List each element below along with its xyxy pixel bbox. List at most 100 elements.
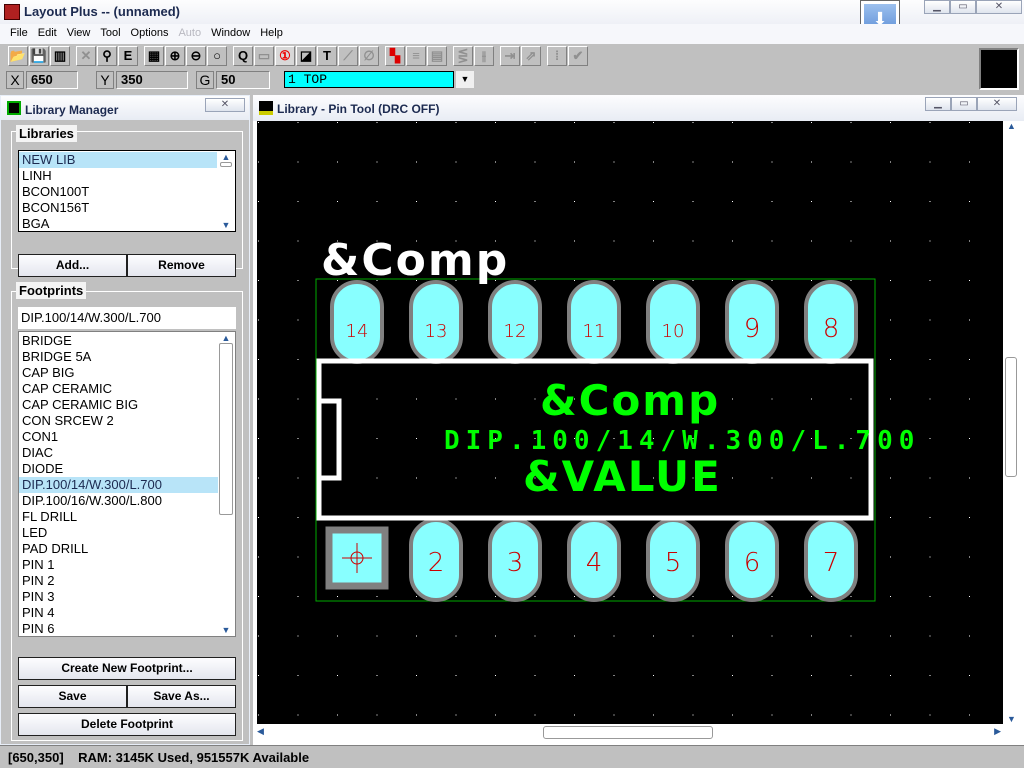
footprint-item[interactable]: PIN 4 <box>19 605 219 621</box>
online-drc-button[interactable]: ⁞ <box>547 46 567 66</box>
footprint-item[interactable]: PIN 1 <box>19 557 219 573</box>
scroll-down-icon[interactable]: ▼ <box>218 625 234 635</box>
y-field[interactable]: 350 <box>116 71 188 89</box>
footprint-item[interactable]: PIN 6 <box>19 621 219 637</box>
autoroute-button[interactable]: ⇥ <box>500 46 520 66</box>
remove-library-button[interactable]: Remove <box>127 254 236 277</box>
footprint-item[interactable]: DIAC <box>19 445 219 461</box>
library-item[interactable]: LINH <box>19 168 217 184</box>
footprint-item[interactable]: CON SRCEW 2 <box>19 413 219 429</box>
shove-button[interactable]: ⫲ <box>474 46 494 66</box>
scroll-up-icon[interactable]: ▲ <box>1003 121 1020 131</box>
footprint-item[interactable]: BRIDGE 5A <box>19 349 219 365</box>
library-item[interactable]: BCON156T <box>19 200 217 216</box>
error-button[interactable]: ∅ <box>359 46 379 66</box>
scroll-thumb[interactable] <box>543 726 713 739</box>
scroll-down-icon[interactable]: ▼ <box>1003 714 1020 724</box>
open-button[interactable]: 📂 <box>8 46 28 66</box>
grid-field[interactable]: 50 <box>216 71 270 89</box>
horizontal-scrollbar[interactable]: ◀ ▶ <box>257 724 1003 741</box>
library-item[interactable]: BCON100T <box>19 184 217 200</box>
library-button[interactable]: ▥ <box>50 46 70 66</box>
connection-button[interactable]: ⟋ <box>338 46 358 66</box>
x-field[interactable]: 650 <box>26 71 78 89</box>
delete-footprint-button[interactable]: Delete Footprint <box>18 713 236 736</box>
ref-designator-inner[interactable]: &Comp <box>540 376 720 425</box>
menu-edit[interactable]: Edit <box>33 24 62 44</box>
footprint-item[interactable]: DIP.100/16/W.300/L.800 <box>19 493 219 509</box>
zoom-all-button[interactable]: ○ <box>207 46 227 66</box>
footprint-filter-input[interactable]: DIP.100/14/W.300/L.700 <box>18 307 236 329</box>
menu-auto[interactable]: Auto <box>173 24 206 44</box>
obstacle-button[interactable]: ◪ <box>296 46 316 66</box>
scroll-left-icon[interactable]: ◀ <box>257 726 264 737</box>
find-button[interactable]: ⚲ <box>97 46 117 66</box>
footprint-item[interactable]: BRIDGE <box>19 333 219 349</box>
library-item[interactable]: BGA <box>19 216 217 232</box>
minimize-button[interactable]: ▁ <box>924 0 950 14</box>
menu-view[interactable]: View <box>62 24 96 44</box>
menu-window[interactable]: Window <box>206 24 255 44</box>
grid-button[interactable]: ▦ <box>144 46 164 66</box>
zoom-in-button[interactable]: ⊕ <box>165 46 185 66</box>
value-text[interactable]: &VALUE <box>523 452 722 501</box>
zoom-out-button[interactable]: ⊖ <box>186 46 206 66</box>
drc-button[interactable]: ≡ <box>406 46 426 66</box>
save-button[interactable]: 💾 <box>29 46 49 66</box>
scroll-up-icon[interactable]: ▲ <box>218 333 234 343</box>
libraries-list[interactable]: NEW LIB LINH BCON100T BCON156T BGA ▲ ▼ <box>18 150 236 232</box>
footprint-item[interactable]: PIN 2 <box>19 573 219 589</box>
pin-tool-button[interactable]: ① <box>275 46 295 66</box>
design-canvas[interactable]: 1413121110981234567&Comp&CompDIP.100/14/… <box>257 121 1003 724</box>
layer-select[interactable]: 1 TOP <box>284 71 454 88</box>
scroll-right-icon[interactable]: ▶ <box>994 726 1001 737</box>
query-button[interactable]: Q <box>233 46 253 66</box>
create-footprint-button[interactable]: Create New Footprint... <box>18 657 236 680</box>
footprint-item[interactable]: CON1 <box>19 429 219 445</box>
footprint-item[interactable]: CAP CERAMIC BIG <box>19 397 219 413</box>
footprint-item[interactable]: DIP.100/14/W.300/L.700 <box>19 477 219 493</box>
e-button[interactable]: E <box>118 46 138 66</box>
chevron-down-icon[interactable]: ▼ <box>456 71 474 88</box>
footprint-item[interactable]: DIODE <box>19 461 219 477</box>
save-as-button[interactable]: Save As... <box>127 685 236 708</box>
doc-minimize-button[interactable]: ▁ <box>925 97 951 111</box>
color-swatch[interactable] <box>979 48 1019 90</box>
footprints-list[interactable]: BRIDGE BRIDGE 5A CAP BIG CAP CERAMIC CAP CER… <box>18 331 236 637</box>
vertical-scrollbar[interactable]: ▲ ▼ <box>1003 121 1020 724</box>
component-button[interactable]: ▭ <box>254 46 274 66</box>
menu-help[interactable]: Help <box>255 24 288 44</box>
doc-close-button[interactable]: ✕ <box>977 97 1017 111</box>
text-button[interactable]: T <box>317 46 337 66</box>
save-button[interactable]: Save <box>18 685 127 708</box>
footprint-item[interactable]: PAD DRILL <box>19 541 219 557</box>
add-library-button[interactable]: Add... <box>18 254 127 277</box>
reconnect-button[interactable]: ⇗ <box>521 46 541 66</box>
scroll-thumb[interactable] <box>220 162 232 167</box>
footprint-item[interactable]: LED <box>19 525 219 541</box>
footprint-item[interactable]: CAP BIG <box>19 365 219 381</box>
route-button[interactable]: ⋚ <box>453 46 473 66</box>
ref-designator-outer[interactable]: &Comp <box>321 235 509 286</box>
footprints-scrollbar[interactable]: ▲ ▼ <box>218 333 234 635</box>
doc-maximize-button[interactable]: ▭ <box>951 97 977 111</box>
color-button[interactable]: ▚ <box>385 46 405 66</box>
scroll-thumb[interactable] <box>1005 357 1017 477</box>
menu-file[interactable]: File <box>5 24 33 44</box>
footprint-item[interactable]: CAP CERAMIC <box>19 381 219 397</box>
close-button[interactable]: ✕ <box>976 0 1022 14</box>
libraries-scrollbar[interactable]: ▲ ▼ <box>218 152 234 230</box>
delete-button[interactable]: ✕ <box>76 46 96 66</box>
footprint-item[interactable]: FL DRILL <box>19 509 219 525</box>
scroll-down-icon[interactable]: ▼ <box>218 220 234 230</box>
library-item[interactable]: NEW LIB <box>19 152 217 168</box>
close-panel-button[interactable]: ✕ <box>205 98 245 112</box>
footprint-item[interactable]: PIN 3 <box>19 589 219 605</box>
drc-check-button[interactable]: ✔ <box>568 46 588 66</box>
menu-tool[interactable]: Tool <box>95 24 125 44</box>
menu-options[interactable]: Options <box>126 24 174 44</box>
scroll-thumb[interactable] <box>219 343 233 515</box>
spreadsheet-button[interactable]: ▤ <box>427 46 447 66</box>
scroll-up-icon[interactable]: ▲ <box>218 152 234 162</box>
maximize-button[interactable]: ▭ <box>950 0 976 14</box>
